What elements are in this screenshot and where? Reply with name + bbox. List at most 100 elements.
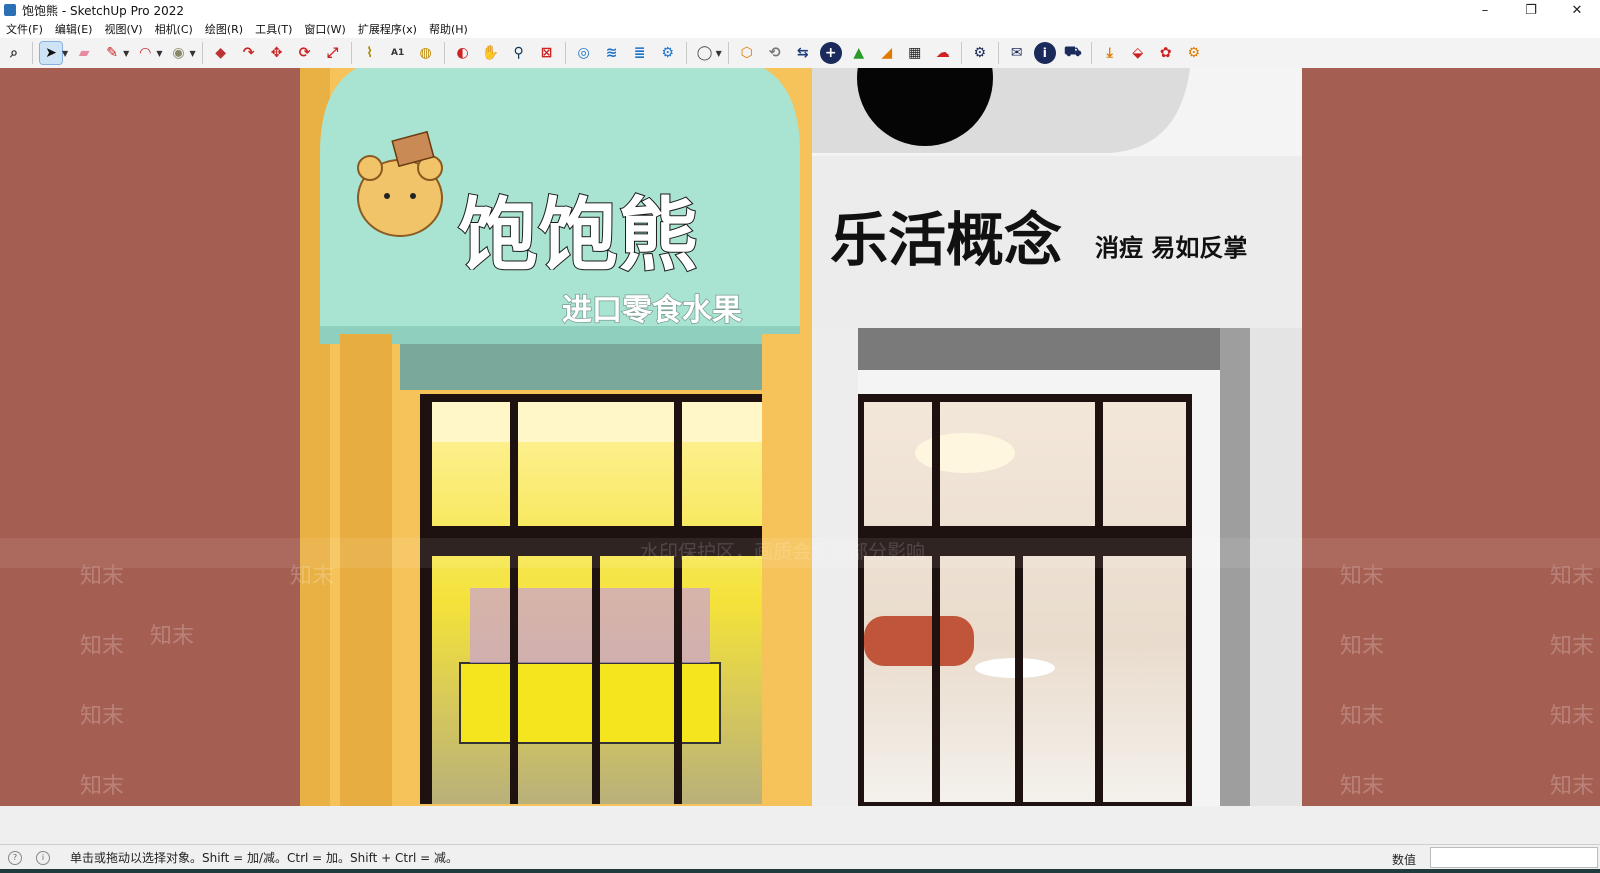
chevron-down-icon[interactable]: ▼ (189, 49, 195, 58)
arc-icon[interactable]: ◠ (134, 42, 156, 64)
components-icon[interactable]: ⚙ (657, 42, 679, 64)
cart-icon[interactable]: ⛟ (1062, 42, 1084, 64)
mail-icon[interactable]: ✉ (1006, 42, 1028, 64)
left-shop-subtitle: 进口零食水果 (562, 293, 742, 328)
eraser-icon[interactable]: ▰ (73, 42, 95, 64)
red-sofa (864, 616, 974, 666)
chart-icon[interactable]: ◢ (876, 42, 898, 64)
watermark-mark: 知末 (1340, 564, 1384, 589)
watermark-mark: 知末 (80, 634, 124, 659)
left-pillar (340, 334, 392, 826)
toolbar-separator (32, 42, 33, 64)
toolbar-separator (997, 42, 999, 64)
sketchup-logo-icon (4, 4, 16, 16)
styles-icon[interactable]: ≣ (629, 42, 651, 64)
chevron-down-icon[interactable]: ▼ (62, 49, 68, 58)
sign-underside (400, 344, 762, 390)
geo-location-icon[interactable]: ? (8, 850, 22, 865)
watermark-banner: 水印保护区，画质会受到部分影响 (640, 541, 925, 563)
section-icon[interactable]: ◎ (573, 42, 595, 64)
orbit-icon[interactable]: ◐ (452, 42, 474, 64)
follow-me-icon[interactable]: ↷ (238, 42, 260, 64)
zoom-window-icon[interactable]: ⊠ (536, 42, 558, 64)
watermark-mark: 知末 (1550, 634, 1594, 659)
watermark-mark: 知末 (1550, 564, 1594, 589)
measurements-input[interactable] (1430, 847, 1598, 868)
restore-button[interactable]: ❐ (1508, 0, 1554, 20)
menu-camera[interactable]: 相机(C) (149, 21, 199, 37)
chevron-down-icon[interactable]: ▼ (123, 49, 129, 58)
toolbar-separator (350, 42, 352, 64)
layers-icon[interactable]: ≋ (601, 42, 623, 64)
right-pillar-right (1250, 328, 1302, 826)
warehouse-icon[interactable]: ⬡ (736, 42, 758, 64)
minimize-button[interactable]: – (1462, 0, 1508, 20)
extension-icon-3[interactable]: ✿ (1155, 42, 1177, 64)
pan-icon[interactable]: ✋ (480, 42, 502, 64)
measurements-label: 数值 (1392, 853, 1417, 867)
refresh-icon[interactable]: ⟲ (764, 42, 786, 64)
tape-measure-icon[interactable]: ⌇ (359, 42, 381, 64)
menu-help[interactable]: 帮助(H) (423, 21, 474, 37)
watermark-mark: 知末 (1340, 774, 1384, 799)
watermark-mark: 知末 (80, 774, 124, 799)
menu-draw[interactable]: 绘图(R) (199, 21, 249, 37)
right-shop-interior (864, 402, 1186, 802)
right-shop-slogan: 消痘 易如反掌 (1095, 234, 1247, 262)
extension-icon-4[interactable]: ⚙ (1183, 42, 1205, 64)
sidewalk (0, 806, 1600, 844)
right-sign-underside (858, 328, 1220, 370)
right-pillar (812, 328, 858, 826)
menu-extensions[interactable]: 扩展程序(x) (352, 21, 423, 37)
menu-window[interactable]: 窗口(W) (298, 21, 351, 37)
model-viewport[interactable]: 饱饱熊 进口零食水果 乐活概念 消痘 易如反掌 水印保护区，画质会受到部分影响 … (0, 68, 1600, 844)
menu-bar: 文件(F) 编辑(E) 视图(V) 相机(C) 绘图(R) 工具(T) 窗口(W… (0, 20, 1600, 38)
rotate-icon[interactable]: ⟳ (294, 42, 316, 64)
main-toolbar: ⌕ ➤ ▼ ▰ ✎ ▼ ◠ ▼ ◉ ▼ ◆ ↷ ✥ ⟳ ⤢ ⌇ A1 ◍ ◐ ✋… (0, 38, 1600, 69)
left-shop-name: 饱饱熊 (458, 189, 698, 282)
menu-tools[interactable]: 工具(T) (249, 21, 298, 37)
info-icon[interactable]: i (36, 850, 50, 865)
add-icon[interactable]: + (819, 42, 842, 64)
text-icon[interactable]: A1 (387, 42, 409, 64)
watermark-mark: 知末 (1550, 774, 1594, 799)
info-icon[interactable]: i (1033, 42, 1056, 64)
left-pillar-right (762, 334, 812, 826)
zoom-extents-icon[interactable]: ⌕ (3, 42, 25, 64)
scale-icon[interactable]: ⤢ (322, 42, 344, 64)
chevron-down-icon[interactable]: ▼ (716, 49, 722, 58)
push-pull-icon[interactable]: ◆ (210, 42, 232, 64)
send-icon[interactable]: ⇆ (792, 42, 814, 64)
close-button[interactable]: ✕ (1554, 0, 1600, 20)
watermark-mark: 知末 (150, 624, 194, 649)
chevron-down-icon[interactable]: ▼ (156, 49, 162, 58)
window-title: 饱饱熊 - SketchUp Pro 2022 (22, 3, 184, 18)
toolbar-separator (564, 42, 566, 64)
checker-icon[interactable]: ▦ (904, 42, 926, 64)
title-bar: 饱饱熊 - SketchUp Pro 2022 – ❐ ✕ (0, 0, 1600, 20)
tree-icon[interactable]: ▲ (848, 42, 870, 64)
extension-icon-2[interactable]: ⬙ (1127, 42, 1149, 64)
status-bar: ? i 单击或拖动以选择对象。Shift = 加/减。Ctrl = 加。Shif… (0, 844, 1600, 870)
menu-file[interactable]: 文件(F) (0, 21, 49, 37)
user-icon[interactable]: ◯ (694, 42, 716, 64)
taskbar-strip (0, 869, 1600, 873)
settings-icon[interactable]: ⚙ (969, 42, 991, 64)
zoom-icon[interactable]: ⚲ (508, 42, 530, 64)
extension-icon[interactable]: ⤓ (1099, 42, 1121, 64)
watermark-mark: 知末 (80, 704, 124, 729)
menu-view[interactable]: 视图(V) (98, 21, 148, 37)
toolbar-separator (201, 42, 203, 64)
toolbar-separator (727, 42, 729, 64)
shape-icon[interactable]: ◉ (167, 42, 189, 64)
watermark-mark: 知末 (1550, 704, 1594, 729)
paint-bucket-icon[interactable]: ◍ (415, 42, 437, 64)
watermark-mark: 知末 (290, 564, 334, 589)
chandelier (915, 433, 1015, 473)
toolbar-separator (1090, 42, 1092, 64)
cloud-icon[interactable]: ☁ (932, 42, 954, 64)
menu-edit[interactable]: 编辑(E) (49, 21, 99, 37)
line-icon[interactable]: ✎ (101, 42, 123, 64)
move-icon[interactable]: ✥ (266, 42, 288, 64)
select-icon[interactable]: ➤ (39, 41, 63, 65)
